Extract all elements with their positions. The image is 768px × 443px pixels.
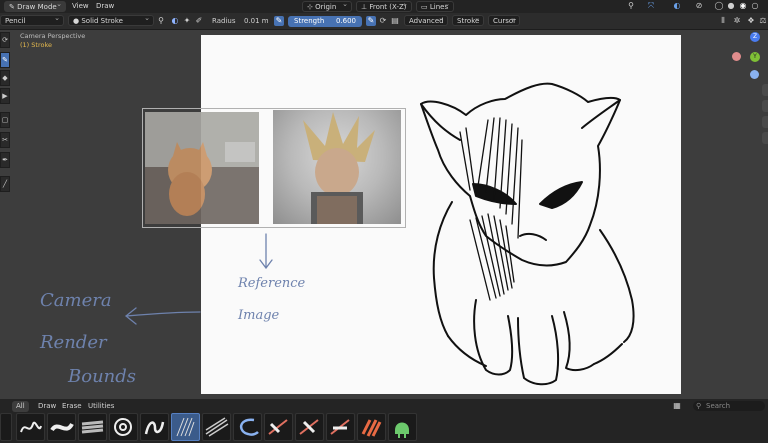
asset-shelf: All Draw Erase Utilities ▦ ⚲ Search: [0, 399, 768, 443]
annotation-image: Image: [238, 308, 280, 323]
brush-thumb-fill[interactable]: [388, 413, 417, 441]
gizmo-y-axis[interactable]: Y: [750, 52, 760, 62]
brush-thumb-ink[interactable]: [16, 413, 45, 441]
brush-thumb-eraser-hard[interactable]: [295, 413, 324, 441]
brush-thumb-marker[interactable]: [47, 413, 76, 441]
shelf-tab-utilities[interactable]: Utilities: [84, 401, 118, 412]
arrow-to-reference-icon: [259, 233, 273, 270]
brush-thumb-eraser-point[interactable]: [326, 413, 355, 441]
annotation-camera: Camera: [40, 290, 112, 311]
brush-thumb-curve[interactable]: [233, 413, 262, 441]
viewport-nav-button-3[interactable]: [762, 116, 768, 128]
annotation-render: Render: [40, 332, 107, 353]
viewport-nav-button-1[interactable]: [762, 84, 768, 96]
brush-thumb-pencil[interactable]: [171, 413, 200, 441]
search-icon: ⚲: [696, 402, 702, 410]
brush-thumb-pencil-soft[interactable]: [140, 413, 169, 441]
shelf-tab-all[interactable]: All: [12, 401, 29, 412]
gizmo-neg-z-axis[interactable]: [750, 70, 759, 79]
arrow-to-camera-icon: [124, 307, 201, 325]
brush-thumb-hatch[interactable]: [202, 413, 231, 441]
annotation-reference: Reference: [238, 276, 306, 291]
viewport-nav-button-4[interactable]: [762, 132, 768, 144]
navigation-gizmo[interactable]: Z Y: [725, 32, 767, 82]
shelf-tab-draw[interactable]: Draw: [34, 401, 60, 412]
shelf-search-input[interactable]: ⚲ Search: [693, 401, 765, 411]
brush-thumb-airbrush[interactable]: [78, 413, 107, 441]
brush-thumb-pen[interactable]: [109, 413, 138, 441]
gizmo-z-axis[interactable]: Z: [750, 32, 760, 42]
brush-thumb-eraser-stroke[interactable]: [357, 413, 386, 441]
shelf-grid-icon[interactable]: ▦: [672, 401, 682, 411]
brush-thumb-eraser-soft[interactable]: [264, 413, 293, 441]
brush-thumb-partial[interactable]: [0, 413, 12, 441]
viewport-nav-button-2[interactable]: [762, 100, 768, 112]
shelf-tab-erase[interactable]: Erase: [58, 401, 86, 412]
gizmo-neg-x-axis[interactable]: [732, 52, 741, 61]
annotation-bounds: Bounds: [68, 366, 137, 387]
search-placeholder: Search: [706, 402, 731, 410]
